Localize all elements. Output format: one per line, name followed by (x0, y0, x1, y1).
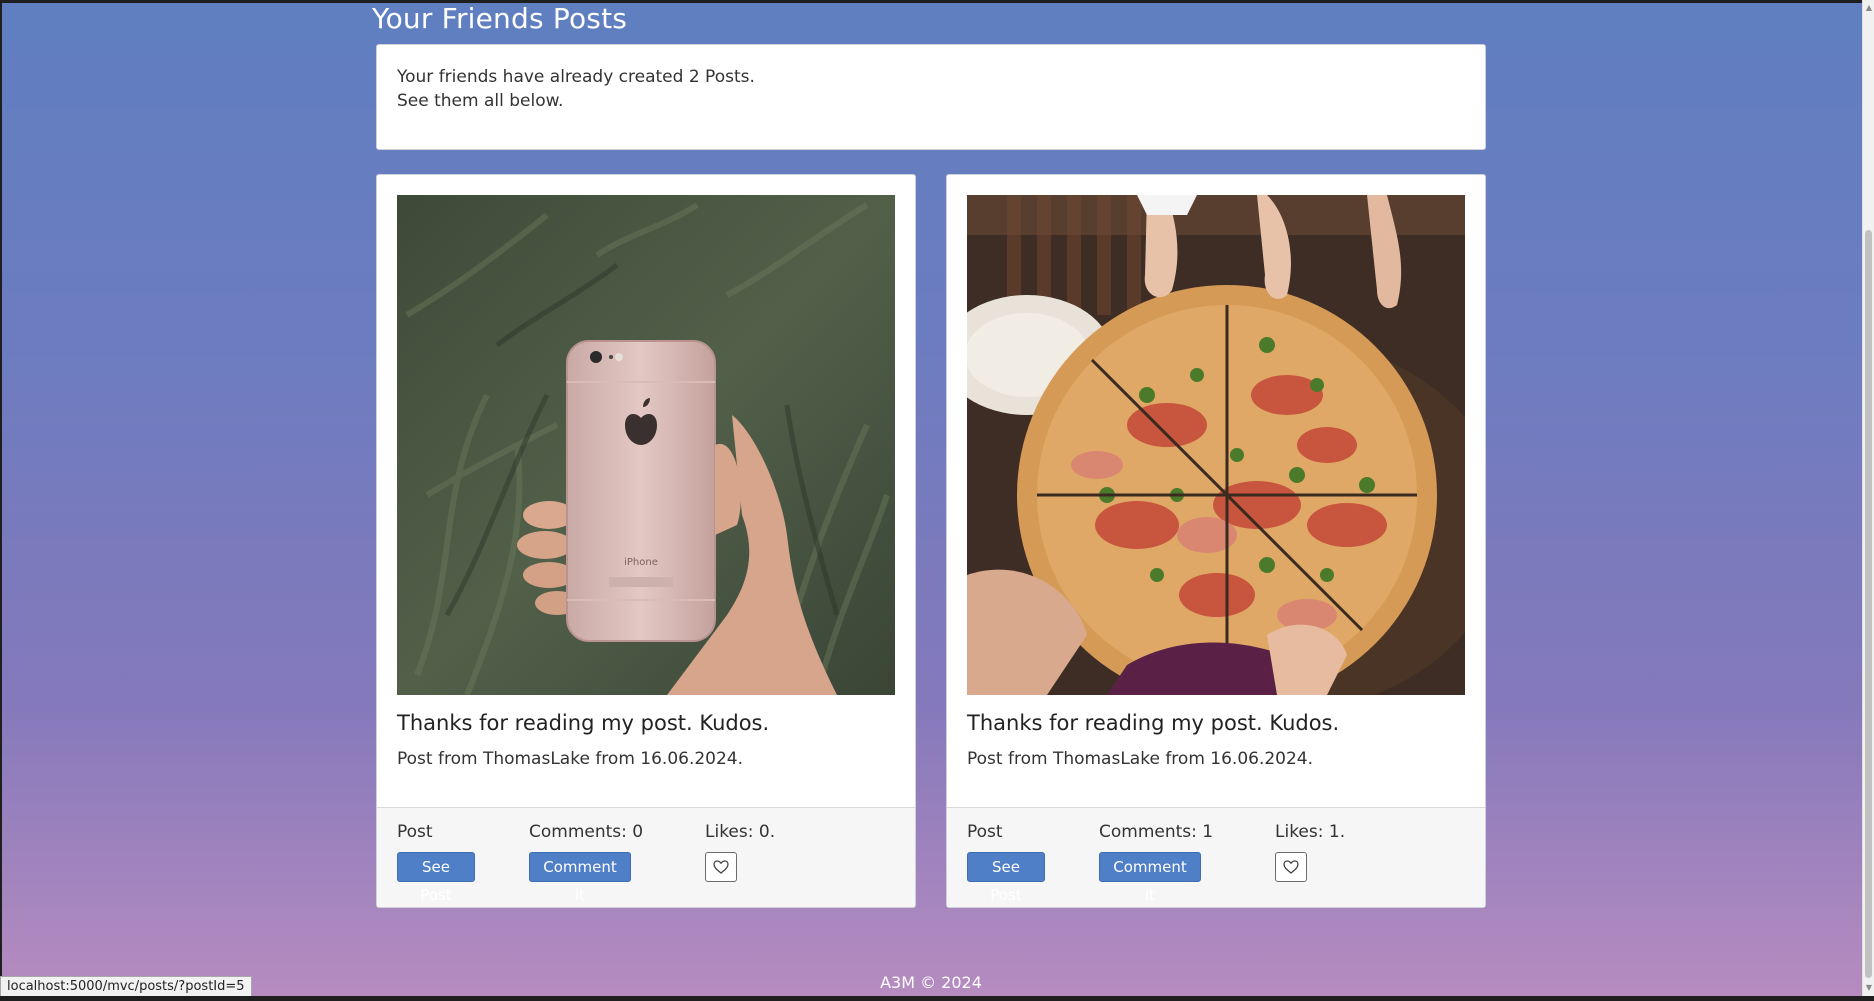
comment-button[interactable]: Comment it (1099, 852, 1201, 904)
post-actions: Post Comments: 0 Likes: 0. See Post Comm… (377, 807, 915, 907)
window-left-border (0, 0, 2, 1001)
post-title: Thanks for reading my post. Kudos. (397, 711, 770, 735)
post-card: Thanks for reading my post. Kudos. Post … (946, 174, 1486, 908)
scroll-up-arrow-icon[interactable]: ▲ (1864, 2, 1874, 14)
post-title: Thanks for reading my post. Kudos. (967, 711, 1340, 735)
status-bar-url: localhost:5000/mvc/posts/?postId=5 (0, 976, 252, 998)
post-meta: Post from ThomasLake from 16.06.2024. (397, 749, 744, 769)
heart-icon (1283, 860, 1299, 874)
post-actions: Post Comments: 1 Likes: 1. See Post Comm… (947, 807, 1485, 907)
page-footer: A3M © 2024 (880, 973, 982, 992)
page-title: Your Friends Posts (372, 2, 628, 35)
comment-button[interactable]: Comment it (529, 852, 631, 904)
see-post-button[interactable]: See Post (967, 852, 1045, 904)
scroll-down-arrow-icon[interactable]: ▼ (1864, 982, 1874, 994)
like-button[interactable] (1275, 852, 1307, 882)
likes-count: Likes: 0. (705, 822, 776, 842)
scrollbar-thumb[interactable] (1865, 230, 1872, 978)
intro-hint-text: See them all below. (397, 91, 564, 111)
post-image-iphone: iPhone (397, 195, 895, 695)
post-card: iPhone Thanks for reading my post. Kudos… (376, 174, 916, 908)
window-bottom-border (0, 996, 1874, 1001)
vertical-scrollbar[interactable]: ▲ ▼ (1862, 0, 1874, 996)
svg-text:iPhone: iPhone (624, 557, 658, 568)
comments-count: Comments: 1 (1099, 822, 1214, 842)
see-post-button[interactable]: See Post (397, 852, 475, 904)
intro-count-text: Your friends have already created 2 Post… (397, 67, 755, 87)
comments-count: Comments: 0 (529, 822, 644, 842)
post-image-pizza (967, 195, 1465, 695)
likes-count: Likes: 1. (1275, 822, 1346, 842)
post-label: Post (967, 822, 1003, 842)
window-top-border (0, 0, 1862, 3)
like-button[interactable] (705, 852, 737, 882)
heart-icon (713, 860, 729, 874)
intro-card: Your friends have already created 2 Post… (376, 44, 1486, 150)
post-label: Post (397, 822, 433, 842)
post-meta: Post from ThomasLake from 16.06.2024. (967, 749, 1314, 769)
